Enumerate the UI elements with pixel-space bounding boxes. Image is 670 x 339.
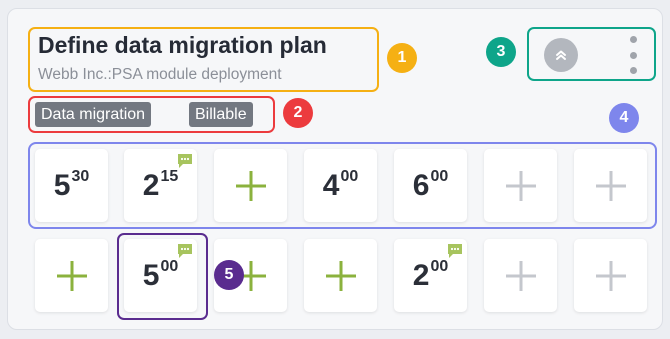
annotation-box-3 [527,27,656,81]
time-entry-value: 200 [412,257,449,292]
plus-icon [595,260,626,291]
comment-icon [448,244,462,258]
time-entry-cell[interactable]: 200 [394,239,467,312]
annotation-box-5 [117,233,208,320]
add-time-cell[interactable] [574,239,647,312]
annotation-badge-1: 1 [387,43,417,73]
annotation-badge-3: 3 [486,37,516,67]
add-time-cell[interactable] [35,239,108,312]
annotation-badge-5: 5 [214,260,244,290]
time-entry-minutes: 00 [430,257,449,275]
annotation-box-2 [28,96,275,133]
plus-icon [325,260,356,291]
add-time-cell[interactable] [304,239,377,312]
annotation-box-4 [28,142,657,229]
plus-icon [505,260,536,291]
add-time-cell[interactable] [484,239,557,312]
plus-icon [56,260,87,291]
annotation-badge-4: 4 [609,103,639,133]
annotation-box-1 [28,27,379,92]
annotation-badge-2: 2 [283,98,313,128]
time-entry-hours: 2 [412,258,430,292]
